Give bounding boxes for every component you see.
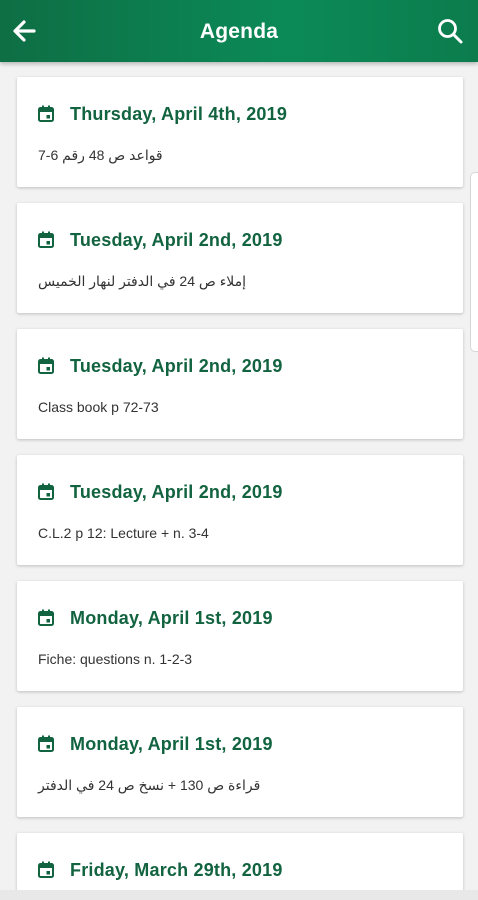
agenda-card-header: Thursday, April 4th, 2019 bbox=[37, 101, 287, 127]
agenda-date: Tuesday, April 2nd, 2019 bbox=[70, 481, 283, 502]
agenda-description: Class book p 72-73 bbox=[38, 399, 159, 415]
app-bar: Agenda bbox=[0, 0, 478, 62]
scrollbar-thumb[interactable] bbox=[470, 172, 478, 352]
agenda-card[interactable]: Tuesday, April 2nd, 2019 C.L.2 p 12: Lec… bbox=[17, 455, 463, 565]
agenda-description: Fiche: questions n. 1-2-3 bbox=[38, 651, 193, 667]
agenda-card[interactable]: Tuesday, April 2nd, 2019 إملاء ص 24 في ا… bbox=[17, 203, 463, 313]
agenda-card[interactable]: Monday, April 1st, 2019 قراءة ص 130 + نس… bbox=[17, 707, 463, 817]
agenda-card-header: Friday, March 29th, 2019 bbox=[37, 857, 283, 883]
agenda-date: Monday, April 1st, 2019 bbox=[70, 733, 273, 754]
agenda-description: C.L.2 p 12: Lecture + n. 3-4 bbox=[38, 525, 209, 541]
agenda-date: Friday, March 29th, 2019 bbox=[70, 859, 283, 880]
agenda-date: Monday, April 1st, 2019 bbox=[70, 607, 273, 628]
agenda-list[interactable]: Thursday, April 4th, 2019 قواعد ص 48 رقم… bbox=[0, 62, 478, 900]
calendar-icon bbox=[38, 861, 54, 878]
search-icon bbox=[438, 19, 463, 44]
agenda-card[interactable]: Tuesday, April 2nd, 2019 Class book p 72… bbox=[17, 329, 463, 439]
agenda-card-header: Tuesday, April 2nd, 2019 bbox=[37, 227, 283, 253]
calendar-icon bbox=[38, 735, 54, 752]
agenda-card-header: Tuesday, April 2nd, 2019 bbox=[37, 479, 283, 505]
page-title: Agenda bbox=[199, 20, 279, 43]
calendar-icon bbox=[38, 105, 54, 122]
search-button[interactable] bbox=[432, 13, 468, 49]
agenda-card[interactable]: Monday, April 1st, 2019 Fiche: questions… bbox=[17, 581, 463, 691]
agenda-description: قراءة ص 130 + نسخ ص 24 في الدفتر bbox=[38, 777, 261, 793]
calendar-icon bbox=[38, 483, 54, 500]
calendar-icon bbox=[38, 231, 54, 248]
agenda-date: Thursday, April 4th, 2019 bbox=[70, 103, 288, 124]
agenda-date: Tuesday, April 2nd, 2019 bbox=[70, 355, 283, 376]
agenda-card[interactable]: Thursday, April 4th, 2019 قواعد ص 48 رقم… bbox=[17, 77, 463, 187]
agenda-date: Tuesday, April 2nd, 2019 bbox=[70, 229, 283, 250]
agenda-card-header: Monday, April 1st, 2019 bbox=[37, 605, 273, 631]
agenda-card-header: Tuesday, April 2nd, 2019 bbox=[37, 353, 283, 379]
calendar-icon bbox=[38, 357, 54, 374]
agenda-card-header: Monday, April 1st, 2019 bbox=[37, 731, 273, 757]
agenda-description: قواعد ص 48 رقم 6-7 bbox=[38, 147, 163, 163]
agenda-description: إملاء ص 24 في الدفتر لنهار الخميس bbox=[38, 273, 247, 289]
bottom-edge bbox=[0, 890, 478, 900]
calendar-icon bbox=[38, 609, 54, 626]
